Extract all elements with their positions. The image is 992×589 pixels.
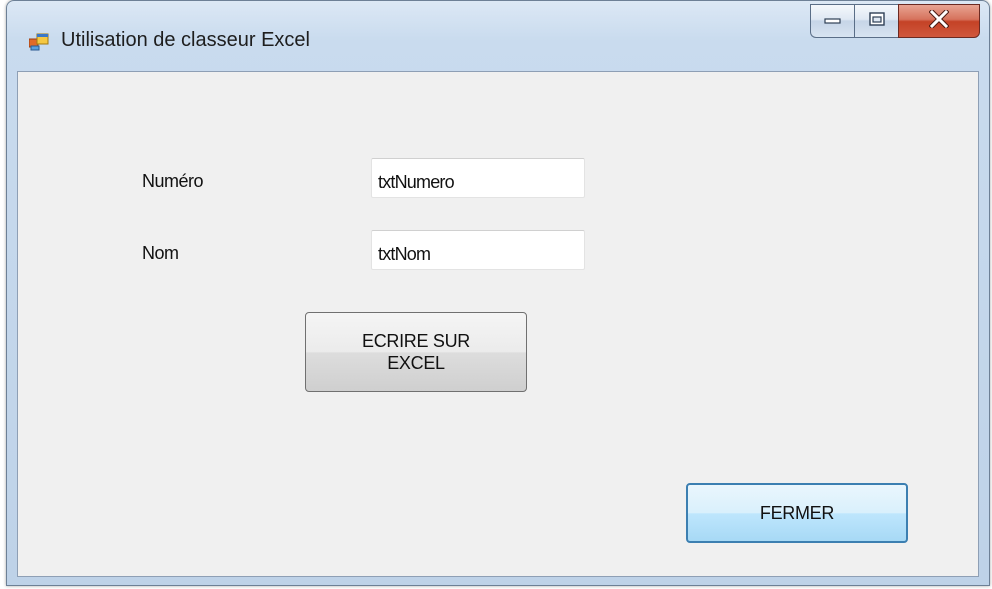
minimize-icon [823, 12, 842, 30]
close-icon [928, 7, 950, 33]
numero-label: Numéro [142, 171, 204, 191]
write-excel-button[interactable]: ECRIRE SUR EXCEL [305, 312, 527, 392]
main-window: Utilisation de classeur Excel Numéro txt… [6, 0, 990, 586]
close-form-button[interactable]: FERMER [686, 483, 908, 543]
title-bar[interactable]: Utilisation de classeur Excel [7, 1, 989, 71]
nom-field[interactable] [371, 230, 585, 270]
windows-form-icon [28, 33, 49, 51]
window-title: Utilisation de classeur Excel [61, 29, 310, 51]
close-button[interactable] [898, 4, 980, 38]
minimize-button[interactable] [810, 4, 854, 38]
form-client-area: Numéro Nom ECRIRE SUR EXCEL FERMER [17, 71, 979, 577]
maximize-icon [868, 11, 886, 32]
numero-field[interactable] [371, 158, 585, 198]
nom-label: Nom [142, 243, 179, 263]
maximize-button[interactable] [854, 4, 898, 38]
caption-buttons [810, 4, 980, 38]
